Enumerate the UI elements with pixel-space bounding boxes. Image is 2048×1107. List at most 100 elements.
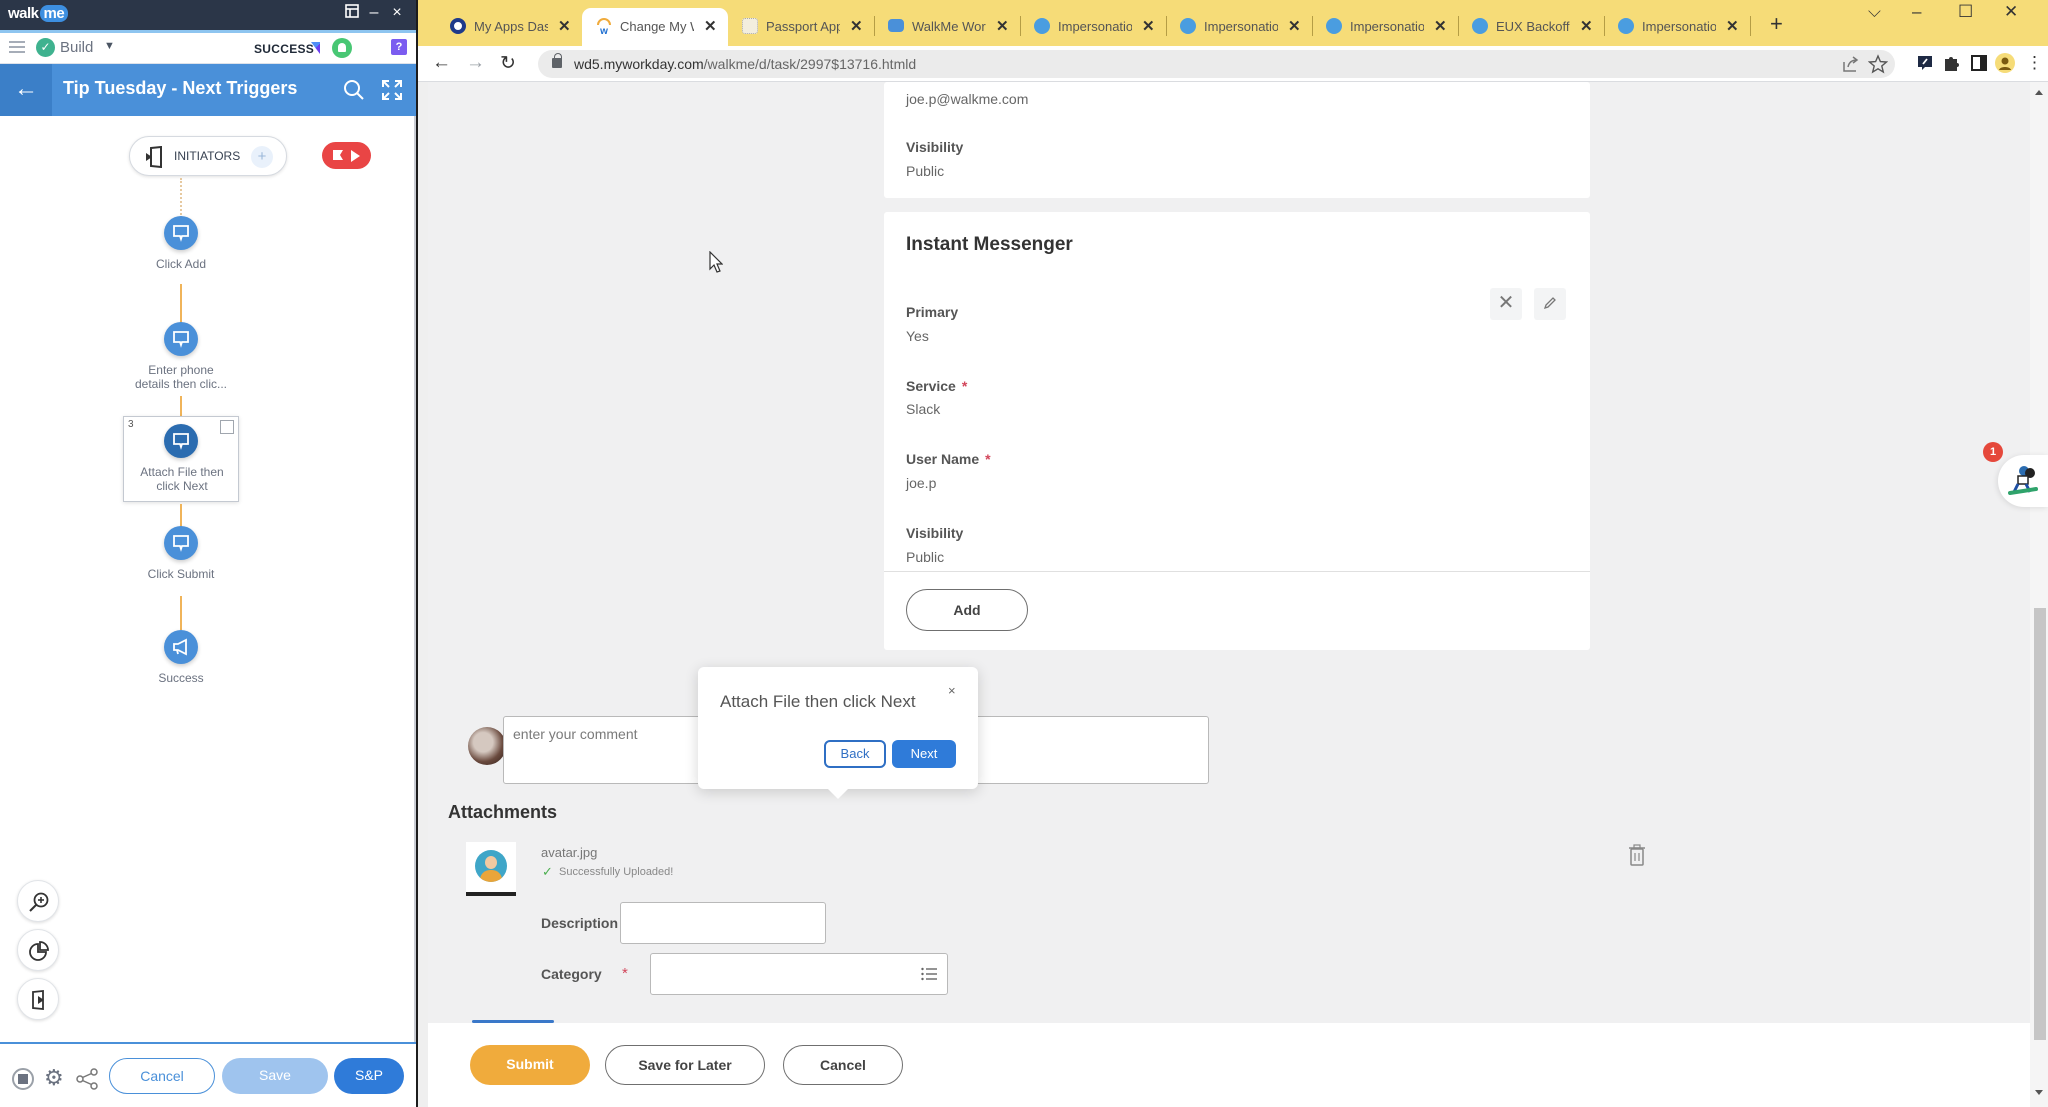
notification-badge: 1 bbox=[1983, 442, 2003, 462]
edit-pencil-icon[interactable] bbox=[1534, 288, 1566, 320]
bookmark-star-icon[interactable] bbox=[1868, 54, 1888, 74]
back-arrow-icon[interactable]: ← bbox=[0, 64, 52, 116]
step-label: Success bbox=[158, 671, 204, 685]
flow-header: ← Tip Tuesday - Next Triggers bbox=[0, 64, 416, 116]
flow-step-1[interactable]: Click Add bbox=[100, 216, 262, 271]
hamburger-menu-icon[interactable] bbox=[9, 41, 25, 53]
list-icon[interactable] bbox=[921, 967, 937, 981]
file-name[interactable]: avatar.jpg bbox=[541, 845, 597, 860]
forward-icon[interactable]: → bbox=[466, 52, 485, 74]
tab-search-chevron-icon[interactable]: ⌵ bbox=[1868, 2, 1881, 22]
next-button[interactable]: Next bbox=[892, 740, 956, 768]
door-enter-icon bbox=[146, 146, 162, 168]
tab-title: WalkMe Workstation bbox=[912, 19, 986, 34]
search-icon[interactable] bbox=[343, 79, 365, 101]
walkme-logo-me: me bbox=[39, 5, 69, 22]
step-checkbox[interactable] bbox=[220, 420, 234, 434]
new-tab-plus-icon[interactable]: + bbox=[1770, 11, 1783, 37]
tab-walkme-workstation[interactable]: WalkMe Workstation ✕ bbox=[874, 8, 1021, 46]
save-and-publish-button[interactable]: S&P bbox=[334, 1058, 404, 1094]
file-thumbnail[interactable] bbox=[466, 842, 516, 896]
initiators-tool-button[interactable] bbox=[17, 978, 59, 1020]
close-icon[interactable]: × bbox=[948, 683, 956, 698]
close-tab-icon[interactable]: ✕ bbox=[1726, 17, 1739, 35]
required-asterisk: * bbox=[961, 378, 968, 394]
vertical-scrollbar[interactable] bbox=[2030, 82, 2048, 1107]
save-for-later-button[interactable]: Save for Later bbox=[605, 1045, 765, 1085]
flow-step-2[interactable]: Enter phone details then clic... bbox=[100, 322, 262, 391]
close-tab-icon[interactable]: ✕ bbox=[996, 17, 1009, 35]
flow-step-4[interactable]: Click Submit bbox=[100, 526, 262, 581]
close-icon[interactable]: × bbox=[387, 4, 407, 22]
share-page-icon[interactable] bbox=[1840, 54, 1860, 74]
stop-icon[interactable] bbox=[12, 1068, 34, 1090]
close-tab-icon[interactable]: ✕ bbox=[704, 17, 717, 35]
tab-impersonation-4[interactable]: Impersonation ✕ bbox=[1604, 8, 1751, 46]
scrollbar-thumb[interactable] bbox=[2034, 608, 2046, 1040]
minimize-icon[interactable]: – bbox=[364, 4, 384, 22]
chevron-down-icon[interactable]: ▼ bbox=[104, 40, 115, 52]
scroll-up-arrow-icon[interactable] bbox=[2035, 90, 2043, 95]
scroll-down-arrow-icon[interactable] bbox=[2035, 1090, 2043, 1095]
tab-my-apps[interactable]: My Apps Dashboard ✕ bbox=[436, 8, 582, 46]
walkme-logo: walk me bbox=[8, 5, 69, 22]
extensions-puzzle-icon[interactable] bbox=[1942, 53, 1962, 73]
connector bbox=[180, 504, 182, 528]
flow-step-5[interactable]: Success bbox=[100, 630, 262, 685]
extension-walkme-icon[interactable] bbox=[1915, 53, 1935, 73]
url-text[interactable]: wd5.myworkday.com/walkme/d/task/2997$137… bbox=[574, 56, 916, 72]
layout-icon[interactable] bbox=[342, 4, 362, 23]
expand-icon[interactable] bbox=[382, 80, 402, 100]
close-tab-icon[interactable]: ✕ bbox=[558, 17, 571, 35]
trash-icon[interactable] bbox=[1628, 844, 1646, 866]
close-tab-icon[interactable]: ✕ bbox=[1434, 17, 1447, 35]
mode-bar: ✓ Build ▼ SUCCESS ? bbox=[0, 30, 416, 64]
gear-icon[interactable]: ⚙ bbox=[44, 1067, 64, 1089]
submit-button[interactable]: Submit bbox=[470, 1045, 590, 1085]
add-initiator-button[interactable]: + bbox=[251, 146, 273, 168]
remove-icon[interactable]: ✕ bbox=[1490, 288, 1522, 320]
walkme-launcher[interactable] bbox=[1998, 455, 2048, 507]
kebab-menu-icon[interactable]: ⋮ bbox=[2026, 53, 2043, 73]
side-panel-icon[interactable] bbox=[1969, 53, 1989, 73]
cancel-button[interactable]: Cancel bbox=[783, 1045, 903, 1085]
tab-passport-application[interactable]: Passport Application ✕ bbox=[728, 8, 875, 46]
success-logo[interactable]: SUCCESS bbox=[254, 42, 314, 56]
flow-step-3[interactable]: 3 Attach File then click Next bbox=[123, 416, 239, 502]
notification-bell-icon[interactable] bbox=[332, 38, 352, 58]
tab-impersonation-2[interactable]: Impersonation ✕ bbox=[1166, 8, 1313, 46]
close-tab-icon[interactable]: ✕ bbox=[1142, 17, 1155, 35]
analytics-button[interactable] bbox=[17, 929, 59, 971]
share-icon[interactable] bbox=[76, 1068, 98, 1090]
help-icon[interactable]: ? bbox=[391, 39, 407, 55]
close-tab-icon[interactable]: ✕ bbox=[850, 17, 863, 35]
close-tab-icon[interactable]: ✕ bbox=[1288, 17, 1301, 35]
description-input[interactable] bbox=[620, 902, 826, 944]
reload-icon[interactable]: ↻ bbox=[500, 52, 516, 75]
tab-impersonation-3[interactable]: Impersonation ✕ bbox=[1312, 8, 1459, 46]
close-window-icon[interactable]: ✕ bbox=[2004, 2, 2018, 22]
zoom-in-button[interactable] bbox=[17, 880, 59, 922]
url-field[interactable]: wd5.myworkday.com/walkme/d/task/2997$137… bbox=[538, 50, 1895, 78]
goals-play-button[interactable] bbox=[322, 142, 371, 169]
tab-impersonation-1[interactable]: Impersonation ✕ bbox=[1020, 8, 1167, 46]
save-button[interactable]: Save bbox=[222, 1058, 328, 1094]
profile-avatar-icon[interactable] bbox=[1995, 53, 2015, 73]
minimize-window-icon[interactable]: – bbox=[1912, 2, 1921, 22]
back-icon[interactable]: ← bbox=[432, 52, 451, 74]
close-tab-icon[interactable]: ✕ bbox=[1580, 17, 1593, 35]
maximize-window-icon[interactable]: ☐ bbox=[1958, 2, 1973, 22]
tab-change-my-work-contact[interactable]: w Change My Work Contact ✕ bbox=[582, 8, 728, 46]
back-button[interactable]: Back bbox=[824, 740, 886, 768]
tab-eux-backoffice[interactable]: EUX Backoffice ✕ bbox=[1458, 8, 1605, 46]
initiators-button[interactable]: INITIATORS + bbox=[129, 136, 287, 176]
tab-title: Impersonation bbox=[1058, 19, 1132, 34]
cancel-button[interactable]: Cancel bbox=[109, 1058, 215, 1094]
service-label-text: Service bbox=[906, 378, 956, 394]
category-prompt-input[interactable] bbox=[650, 953, 948, 995]
mode-selector[interactable]: Build bbox=[60, 39, 93, 56]
add-button[interactable]: Add bbox=[906, 589, 1028, 631]
action-bar: Submit Save for Later Cancel bbox=[428, 1023, 2038, 1107]
step-label: Click Add bbox=[155, 257, 207, 271]
pie-chart-icon bbox=[29, 941, 49, 961]
